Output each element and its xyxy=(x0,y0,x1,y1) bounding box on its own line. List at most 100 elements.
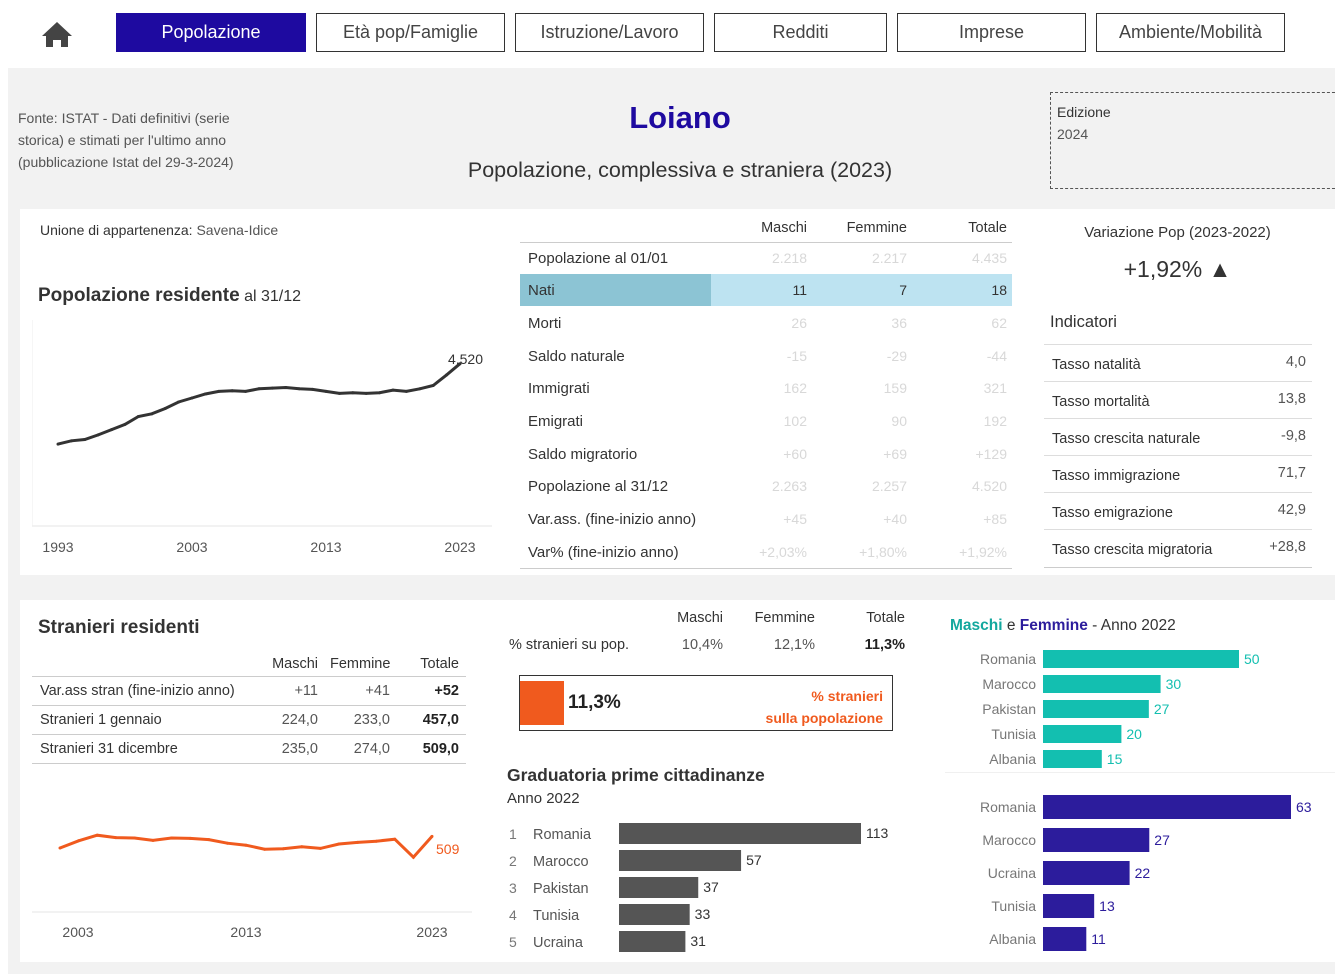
foreigners-row: Var.ass stran (fine-inizio anno) +11 +41 +5… xyxy=(32,676,466,705)
foreigners-cell-totale: 457,0 xyxy=(422,712,459,728)
foreigners-title: Stranieri residenti xyxy=(38,617,200,638)
foreigners-line-chart: 2003 2013 2023 509 xyxy=(32,833,472,940)
pct-kpi-box: 11,3% % stranieri sulla popolazione xyxy=(519,675,893,731)
data-point xyxy=(263,847,267,851)
mf-country: Albania xyxy=(989,751,1036,767)
mf-country: Tunisia xyxy=(991,726,1036,742)
data-point xyxy=(96,433,100,437)
col-header-maschi: Maschi xyxy=(761,220,807,236)
union-info: Unione di appartenenza: Savena-Idice xyxy=(40,222,278,238)
data-point xyxy=(77,839,81,843)
mf-country: Pakistan xyxy=(982,701,1036,717)
pop-end-label: 4.520 xyxy=(448,351,483,367)
foreigners-cell-maschi: 235,0 xyxy=(281,741,318,757)
cell-totale: 4.520 xyxy=(971,478,1007,494)
cell-femmine: +40 xyxy=(883,511,907,527)
data-point xyxy=(356,840,360,844)
rank-bar-value: 31 xyxy=(690,933,706,949)
data-point xyxy=(378,391,382,395)
rank-bar-value: 57 xyxy=(746,852,762,868)
row-label: Var.ass. (fine-inizio anno) xyxy=(528,511,697,528)
cell-femmine: -29 xyxy=(886,348,907,364)
foreigners-cell-femmine: +41 xyxy=(365,683,390,699)
cell-maschi: +45 xyxy=(783,511,807,527)
cell-totale: 192 xyxy=(983,413,1007,429)
cell-maschi: -15 xyxy=(786,348,807,364)
mf-bar xyxy=(1043,700,1149,718)
data-point xyxy=(411,855,415,859)
legend-maschi: Maschi xyxy=(950,617,1003,634)
data-point xyxy=(364,391,368,395)
tab-eta-famiglie[interactable]: Età pop/Famiglie xyxy=(316,13,505,52)
rank-bar-value: 37 xyxy=(703,879,719,895)
table-row[interactable]: Var% (fine-inizio anno) +2,03% +1,80% +1,92… xyxy=(520,536,1012,569)
cell-femmine: +1,80% xyxy=(859,544,907,560)
mf-country: Marocco xyxy=(982,832,1036,848)
mf-country: Romania xyxy=(980,651,1036,667)
indicator-value: 42,9 xyxy=(1277,502,1306,518)
table-row[interactable]: Emigrati 102 90 192 xyxy=(520,405,1012,438)
foreigners-cell-femmine: 233,0 xyxy=(353,712,390,728)
data-point xyxy=(445,373,449,377)
edition-selector[interactable]: Edizione 2024 xyxy=(1050,92,1335,189)
data-point xyxy=(123,422,127,426)
data-point xyxy=(337,842,341,846)
table-row[interactable]: Morti 26 36 62 xyxy=(520,307,1012,340)
indicator-label: Tasso natalità xyxy=(1052,357,1141,373)
indicator-label: Tasso crescita migratoria xyxy=(1052,542,1213,558)
cell-maschi: +60 xyxy=(783,446,807,462)
rank-number: 4 xyxy=(509,907,517,923)
row-label: Emigrati xyxy=(528,413,584,430)
table-row[interactable]: Var.ass. (fine-inizio anno) +45 +40 +85 xyxy=(520,503,1012,536)
cell-totale: 4.435 xyxy=(971,250,1007,266)
row-label: Popolazione al 31/12 xyxy=(528,478,669,495)
table-row[interactable]: Popolazione al 01/01 2.218 2.217 4.435 xyxy=(520,242,1012,275)
legend-tail: - Anno 2022 xyxy=(1087,617,1176,634)
table-row[interactable]: Saldo naturale -15 -29 -44 xyxy=(520,340,1012,373)
row-label: Morti xyxy=(528,315,562,332)
tab-imprese[interactable]: Imprese xyxy=(897,13,1086,52)
home-button[interactable] xyxy=(36,16,78,52)
indicator-row: Tasso emigrazione 42,9 xyxy=(1044,492,1312,529)
indicator-row: Tasso crescita migratoria +28,8 xyxy=(1044,529,1312,566)
cell-femmine: 2.257 xyxy=(871,478,907,494)
rank-number: 5 xyxy=(509,934,517,950)
pop-series-line xyxy=(57,362,461,446)
mf-bar xyxy=(1043,828,1150,852)
union-value: Savena-Idice xyxy=(196,222,279,238)
female-bar-chart: Romania 63 Marocco 27 Ucraina 22 Tunisia 13 Alba… xyxy=(980,795,1312,951)
mf-bar-value: 20 xyxy=(1126,726,1142,742)
mf-country: Albania xyxy=(989,931,1036,947)
data-point xyxy=(318,846,322,850)
ranking-bar-chart: 1 Romania 113 2 Marocco 57 3 Pakistan 37 4 Tunisia… xyxy=(509,823,889,952)
tab-ambiente-mobilita[interactable]: Ambiente/Mobilità xyxy=(1096,13,1285,52)
tab-istruzione-lavoro[interactable]: Istruzione/Lavoro xyxy=(515,13,704,52)
data-point xyxy=(170,836,174,840)
mf-bar xyxy=(1043,750,1102,768)
indicator-row: Tasso crescita naturale -9,8 xyxy=(1044,418,1312,455)
rank-country: Romania xyxy=(533,827,592,843)
page-title: Loiano xyxy=(629,100,731,135)
row-label: Saldo naturale xyxy=(528,348,625,365)
page-subtitle: Popolazione, complessiva e straniera (20… xyxy=(467,158,893,182)
rank-bar-value: 113 xyxy=(866,825,889,841)
table-row[interactable]: Nati 11 7 18 xyxy=(520,274,1012,307)
table-row[interactable]: Immigrati 162 159 321 xyxy=(520,372,1012,405)
foreigners-row-label: Stranieri 1 gennaio xyxy=(40,712,162,728)
indicator-label: Tasso mortalità xyxy=(1052,394,1150,410)
foreigners-row-label: Var.ass stran (fine-inizio anno) xyxy=(40,683,235,699)
cell-totale: -44 xyxy=(986,348,1007,364)
table-row[interactable]: Saldo migratorio +60 +69 +129 xyxy=(520,438,1012,471)
foreigners-end-label: 509 xyxy=(436,841,460,857)
foreigners-row-label: Stranieri 31 dicembre xyxy=(40,741,178,757)
indicator-value: +28,8 xyxy=(1269,539,1306,555)
table-row[interactable]: Popolazione al 31/12 2.263 2.257 4.520 xyxy=(520,470,1012,503)
tab-popolazione[interactable]: Popolazione xyxy=(116,13,306,52)
tab-redditi[interactable]: Redditi xyxy=(714,13,887,52)
cell-femmine: 90 xyxy=(891,413,907,429)
col-header-femmine: Femmine xyxy=(846,220,907,236)
x-tick-label: 2003 xyxy=(176,539,207,555)
data-point xyxy=(404,389,408,393)
data-point xyxy=(300,845,304,849)
x-tick-label: 1993 xyxy=(42,539,73,555)
